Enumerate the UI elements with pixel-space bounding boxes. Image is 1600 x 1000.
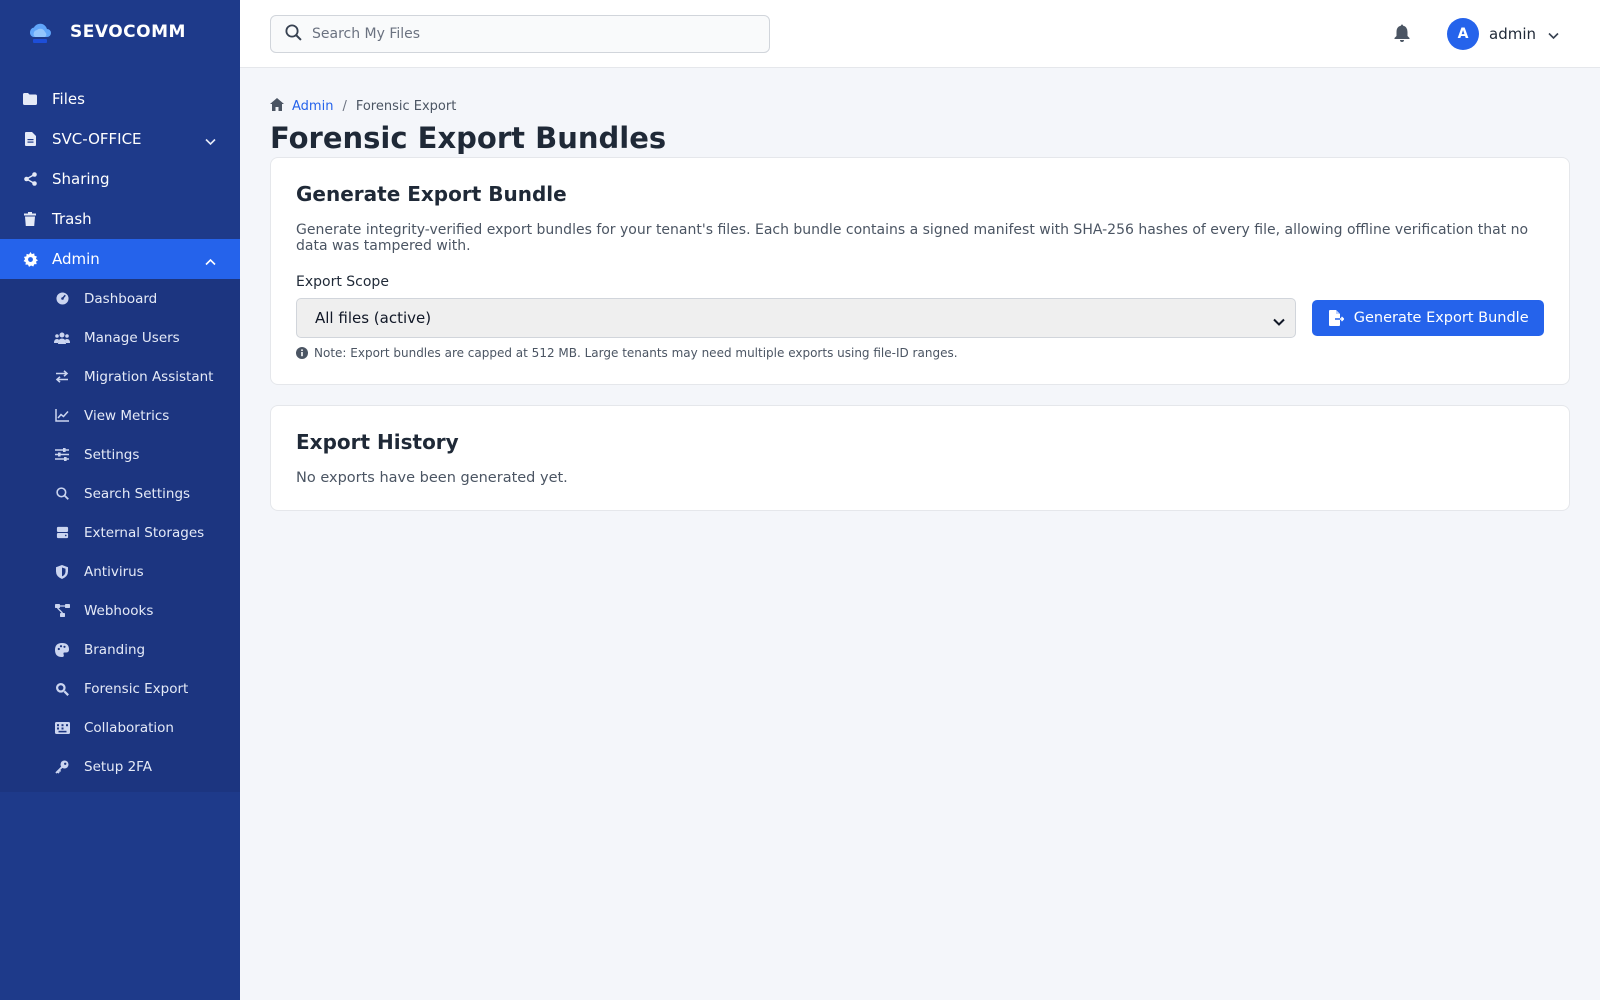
- arrows-exchange-icon: [54, 369, 70, 385]
- sidebar-subitem-label: Setup 2FA: [84, 758, 152, 775]
- app-name: SEVOCOMM: [70, 22, 186, 42]
- main-nav: Files SVC-OFFICE Sharing Trash Admin Das…: [0, 79, 240, 792]
- keyboard-icon: [54, 720, 70, 736]
- user-name: admin: [1489, 25, 1536, 43]
- sidebar-subitem-label: Antivirus: [84, 563, 144, 580]
- export-history-card: Export History No exports have been gene…: [270, 405, 1570, 511]
- sidebar-item-view-metrics[interactable]: View Metrics: [0, 396, 240, 435]
- sidebar-item-files[interactable]: Files: [0, 79, 240, 119]
- gear-icon: [22, 251, 38, 267]
- export-scope-select[interactable]: All files (active): [296, 298, 1297, 338]
- chevron-down-icon: [1548, 25, 1559, 44]
- sidebar-subitem-label: Branding: [84, 641, 146, 658]
- sidebar-subitem-label: Manage Users: [84, 329, 180, 346]
- sidebar-item-settings[interactable]: Settings: [0, 435, 240, 474]
- sidebar: SEVOCOMM Files SVC-OFFICE Sharing Trash …: [0, 0, 240, 1000]
- sidebar-item-setup-2fa[interactable]: Setup 2FA: [0, 747, 240, 786]
- key-icon: [54, 759, 70, 775]
- export-note: Note: Export bundles are capped at 512 M…: [296, 346, 1544, 360]
- sidebar-item-migration-assistant[interactable]: Migration Assistant: [0, 357, 240, 396]
- cloud-logo-icon: [26, 18, 54, 46]
- breadcrumb: Admin / Forensic Export: [270, 98, 1570, 115]
- avatar: A: [1447, 18, 1479, 50]
- sidebar-subitem-label: Search Settings: [84, 485, 191, 502]
- sidebar-item-label: Admin: [52, 250, 100, 268]
- sidebar-item-manage-users[interactable]: Manage Users: [0, 318, 240, 357]
- search-icon: [54, 486, 70, 502]
- sidebar-item-label: Sharing: [52, 170, 110, 188]
- sidebar-item-forensic-export[interactable]: Forensic Export: [0, 669, 240, 708]
- sidebar-item-webhooks[interactable]: Webhooks: [0, 591, 240, 630]
- main-content: Admin / Forensic Export Forensic Export …: [270, 98, 1570, 511]
- export-scope-value: All files (active): [315, 309, 432, 327]
- sidebar-item-dashboard[interactable]: Dashboard: [0, 279, 240, 318]
- topbar: A admin: [240, 0, 1600, 68]
- sidebar-subitem-label: View Metrics: [84, 407, 170, 424]
- sidebar-item-external-storages[interactable]: External Storages: [0, 513, 240, 552]
- users-icon: [54, 330, 70, 346]
- sidebar-item-collaboration[interactable]: Collaboration: [0, 708, 240, 747]
- sidebar-item-sharing[interactable]: Sharing: [0, 159, 240, 199]
- trash-icon: [22, 211, 38, 227]
- card-title: Export History: [296, 430, 459, 454]
- sidebar-subitem-label: External Storages: [84, 524, 205, 541]
- gauge-icon: [54, 291, 70, 307]
- generate-export-button[interactable]: Generate Export Bundle: [1312, 300, 1544, 336]
- card-title: Generate Export Bundle: [296, 182, 567, 206]
- sidebar-subitem-label: Webhooks: [84, 602, 154, 619]
- folder-icon: [22, 91, 38, 107]
- sidebar-item-svc-office[interactable]: SVC-OFFICE: [0, 119, 240, 159]
- network-icon: [54, 603, 70, 619]
- page-title: Forensic Export Bundles: [270, 121, 667, 155]
- chevron-down-icon: [1273, 313, 1286, 331]
- export-note-text: Note: Export bundles are capped at 512 M…: [314, 346, 958, 360]
- search-input[interactable]: [312, 26, 752, 42]
- sidebar-item-search-settings[interactable]: Search Settings: [0, 474, 240, 513]
- info-icon: [296, 347, 308, 359]
- sidebar-subitem-label: Migration Assistant: [84, 368, 214, 385]
- breadcrumb-admin-link[interactable]: Admin: [292, 99, 333, 114]
- sidebar-item-antivirus[interactable]: Antivirus: [0, 552, 240, 591]
- card-description: Generate integrity-verified export bundl…: [296, 222, 1529, 254]
- user-menu[interactable]: A admin: [1447, 18, 1559, 50]
- home-icon[interactable]: [270, 98, 284, 115]
- empty-state-text: No exports have been generated yet.: [296, 470, 568, 486]
- export-scope-label: Export Scope: [296, 274, 389, 290]
- magnify-search-icon: [54, 681, 70, 697]
- file-export-icon: [1328, 310, 1344, 326]
- search-box[interactable]: [270, 15, 770, 53]
- generate-export-card: Generate Export Bundle Generate integrit…: [270, 157, 1570, 385]
- palette-icon: [54, 642, 70, 658]
- admin-subnav: Dashboard Manage Users Migration Assista…: [0, 279, 240, 792]
- generate-export-label: Generate Export Bundle: [1353, 310, 1529, 326]
- chart-line-icon: [54, 408, 70, 424]
- chevron-up-icon[interactable]: [205, 252, 216, 270]
- breadcrumb-separator: /: [342, 99, 347, 114]
- document-icon: [22, 131, 38, 147]
- sidebar-item-label: Files: [52, 90, 85, 108]
- sidebar-subitem-label: Forensic Export: [84, 680, 189, 697]
- search-icon: [285, 23, 302, 45]
- share-icon: [22, 171, 38, 187]
- sidebar-item-label: SVC-OFFICE: [52, 130, 142, 148]
- sidebar-subitem-label: Dashboard: [84, 290, 158, 307]
- hard-drive-icon: [54, 525, 70, 541]
- sidebar-subitem-label: Settings: [84, 446, 140, 463]
- notification-bell-icon[interactable]: [1394, 24, 1410, 46]
- breadcrumb-current: Forensic Export: [355, 99, 457, 114]
- sidebar-item-admin[interactable]: Admin: [0, 239, 240, 279]
- export-scope-row: All files (active) Generate Export Bundl…: [296, 298, 1544, 338]
- brand[interactable]: SEVOCOMM: [0, 0, 240, 64]
- sliders-icon: [54, 447, 70, 463]
- sidebar-subitem-label: Collaboration: [84, 719, 174, 736]
- sidebar-item-trash[interactable]: Trash: [0, 199, 240, 239]
- sidebar-item-label: Trash: [52, 210, 92, 228]
- shield-icon: [54, 564, 70, 580]
- chevron-down-icon[interactable]: [205, 132, 216, 150]
- sidebar-item-branding[interactable]: Branding: [0, 630, 240, 669]
